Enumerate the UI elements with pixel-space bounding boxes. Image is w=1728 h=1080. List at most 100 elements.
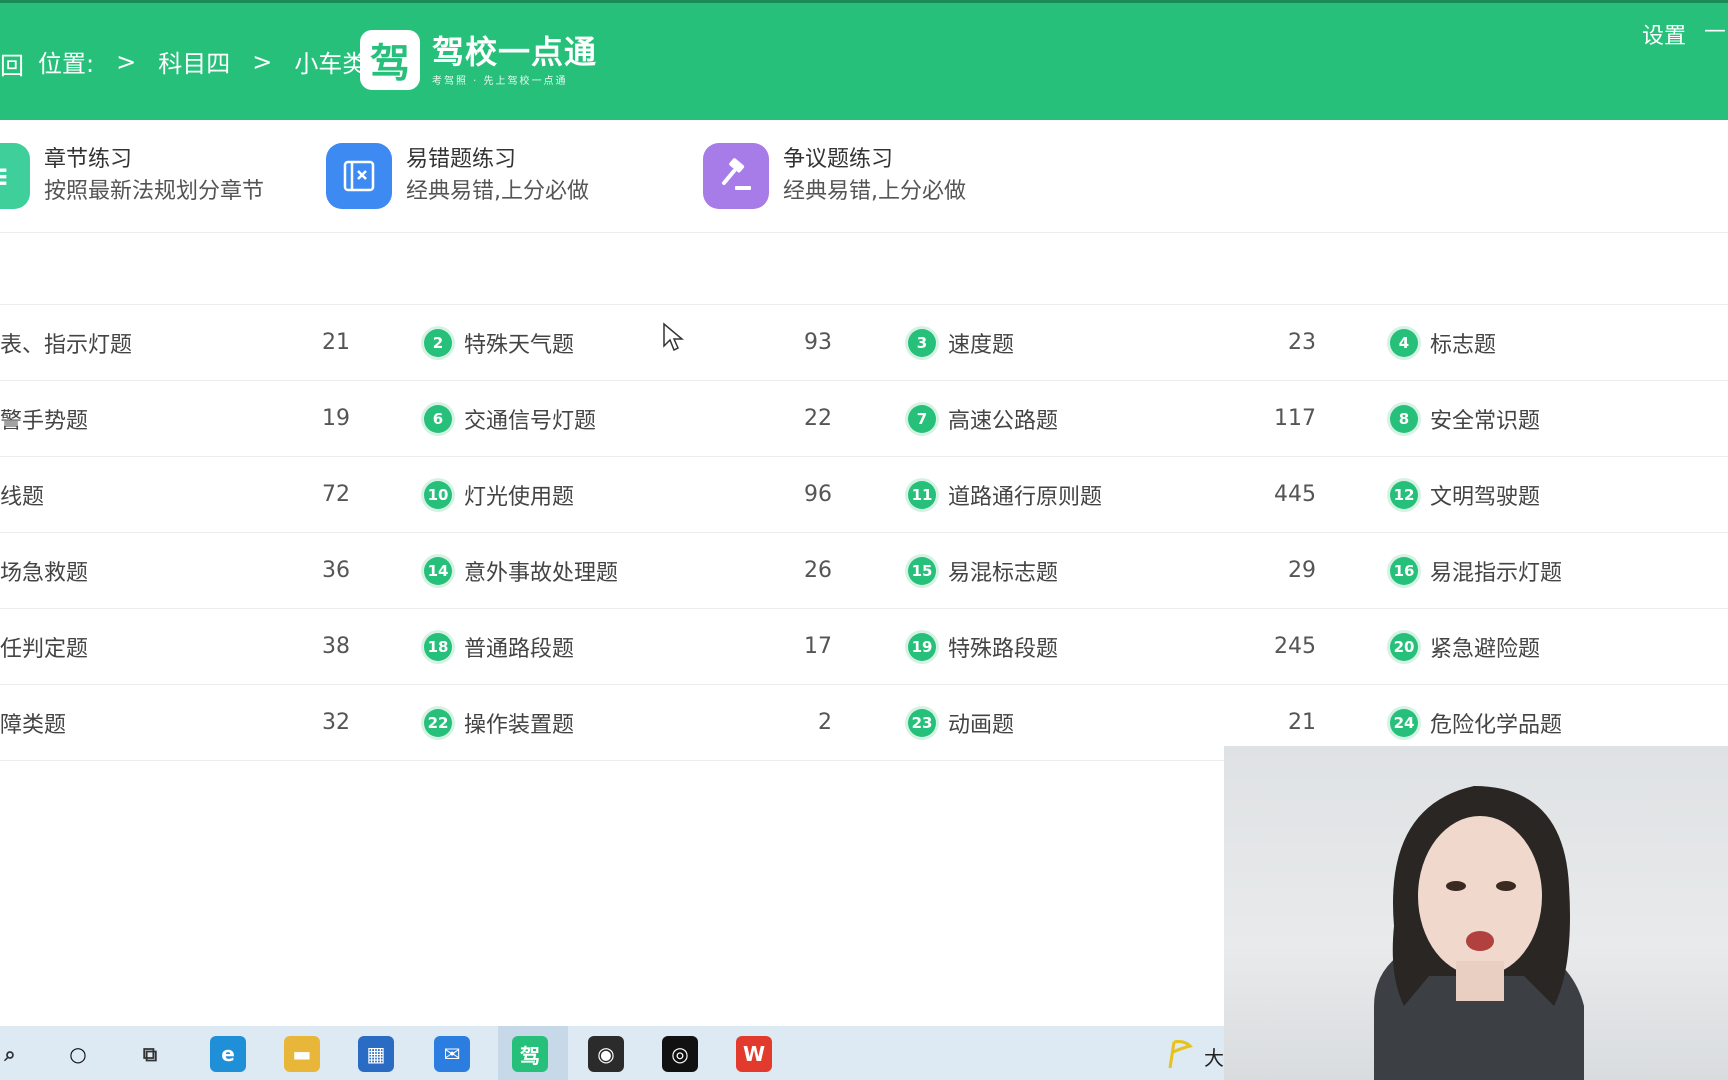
category-item[interactable]: 标线题 (0, 457, 44, 532)
ime-indicator[interactable]: 大 (1204, 1042, 1224, 1071)
category-item[interactable]: 现场急救题 (0, 533, 88, 608)
category-item[interactable]: 6 交通信号灯题 (424, 381, 596, 456)
category-item[interactable]: 4 标志题 (1390, 305, 1496, 380)
category-item[interactable]: 12 文明驾驶题 (1390, 457, 1540, 532)
obs-icon[interactable]: ◉ (588, 1036, 624, 1072)
category-count: 17 (804, 634, 832, 659)
category-item[interactable]: 14 意外事故处理题 (424, 533, 618, 608)
search-icon[interactable]: ⌕ (0, 1036, 28, 1072)
category-count: 23 (1288, 330, 1316, 355)
category-item[interactable]: 交警手势题 (0, 381, 88, 456)
store-icon[interactable]: ▦ (358, 1036, 394, 1072)
error-prone-practice-card[interactable]: 易错题练习 经典易错,上分必做 (326, 142, 589, 210)
category-number-badge: 6 (424, 404, 452, 433)
back-button[interactable]: 回 (0, 46, 24, 81)
wps-icon[interactable]: W (736, 1036, 772, 1072)
category-number-badge: 20 (1390, 632, 1418, 661)
category-item[interactable]: 19 特殊路段题 (908, 609, 1058, 684)
category-number-badge: 8 (1390, 404, 1418, 433)
category-item[interactable]: 23 动画题 (908, 685, 1014, 760)
category-name: 紧急避险题 (1430, 636, 1541, 662)
logo-title: 驾校一点通 (432, 32, 598, 71)
presenter-webcam (1224, 746, 1728, 1080)
category-number-badge: 22 (424, 708, 452, 737)
mode-title: 章节练习 (44, 147, 133, 172)
settings-button[interactable]: 设置 (1642, 18, 1686, 50)
category-item[interactable]: 20 紧急避险题 (1390, 609, 1540, 684)
app-logo: 驾 驾校一点通 考驾照 · 先上驾校一点通 (360, 30, 597, 90)
category-number-badge: 15 (908, 556, 936, 585)
category-item[interactable]: 3 速度题 (908, 305, 1014, 380)
category-row: 标线题 72 10 灯光使用题 96 11 道路通行原则题 445 12 文明驾驶题 (0, 457, 1728, 533)
mode-desc: 按照最新法规划分章节 (44, 179, 265, 204)
category-name: 普通路段题 (464, 636, 575, 662)
category-count: 96 (804, 482, 832, 507)
category-item[interactable]: 故障类题 (0, 685, 66, 760)
category-number-badge: 19 (908, 632, 936, 661)
edge-browser-icon[interactable]: e (210, 1036, 246, 1072)
category-name: 速度题 (948, 332, 1015, 358)
category-item[interactable]: 7 高速公路题 (908, 381, 1058, 456)
category-count: 245 (1274, 634, 1316, 659)
category-count: 38 (322, 634, 350, 659)
category-item[interactable]: 15 易混标志题 (908, 533, 1058, 608)
file-explorer-icon[interactable]: ▬ (284, 1036, 320, 1072)
breadcrumb-separator: > (116, 47, 137, 76)
category-item[interactable]: 18 普通路段题 (424, 609, 574, 684)
category-name: 特殊天气题 (464, 332, 575, 358)
breadcrumb-vehicle[interactable]: 小车类 (294, 44, 366, 79)
category-name: 安全常识题 (1430, 408, 1541, 434)
mouse-cursor-icon (663, 322, 684, 352)
category-item[interactable]: 仪表、指示灯题 (0, 305, 132, 380)
category-count: 32 (322, 710, 350, 735)
category-row: 责任判定题 38 18 普通路段题 17 19 特殊路段题 245 20 紧急避险题 (0, 609, 1728, 685)
mode-title: 争议题练习 (783, 147, 894, 172)
category-count: 29 (1288, 558, 1316, 583)
breadcrumb-prefix: 位置: (38, 50, 95, 78)
category-name: 操作装置题 (464, 712, 575, 738)
category-item[interactable]: 8 安全常识题 (1390, 381, 1540, 456)
category-number-badge: 14 (424, 556, 452, 585)
category-name: 责任判定题 (0, 636, 89, 662)
flag-tray-icon[interactable] (1162, 1038, 1194, 1070)
category-name: 道路通行原则题 (948, 484, 1103, 510)
category-number-badge: 24 (1390, 708, 1418, 737)
jiaxiao-app-icon[interactable]: 驾 (512, 1036, 548, 1072)
category-name: 灯光使用题 (464, 484, 575, 510)
category-name: 标志题 (1430, 332, 1497, 358)
category-count: 19 (322, 406, 350, 431)
category-number-badge: 18 (424, 632, 452, 661)
category-name: 仪表、指示灯题 (0, 332, 133, 358)
category-number-badge: 4 (1390, 328, 1418, 357)
chapter-practice-card[interactable]: ≡ 章节练习 按照最新法规划分章节 (0, 142, 264, 210)
category-row: 仪表、指示灯题 21 2 特殊天气题 93 3 速度题 23 4 标志题 (0, 305, 1728, 381)
category-count: 26 (804, 558, 832, 583)
disputed-practice-card[interactable]: 争议题练习 经典易错,上分必做 (703, 142, 966, 210)
category-name: 危险化学品题 (1430, 712, 1563, 738)
breadcrumb-subject[interactable]: 科目四 (158, 44, 230, 79)
breadcrumb: 位置: > 科目四 > 小车类 (38, 44, 366, 79)
camera-app-icon[interactable]: ◎ (662, 1036, 698, 1072)
category-item[interactable]: 16 易混指示灯题 (1390, 533, 1562, 608)
mode-desc: 经典易错,上分必做 (783, 179, 966, 204)
category-count: 21 (1288, 710, 1316, 735)
category-item[interactable]: 22 操作装置题 (424, 685, 574, 760)
category-grid: 仪表、指示灯题212特殊天气题933速度题234标志题交警手势题196交通信号灯… (0, 305, 1728, 761)
category-count: 93 (804, 330, 832, 355)
category-count: 117 (1274, 406, 1316, 431)
category-number-badge: 7 (908, 404, 936, 433)
taskbar: ⌕ ○ ⧉ e ▬ ▦ ✉ 驾 ◉ ◎ W (0, 1026, 1224, 1080)
category-item[interactable]: 2 特殊天气题 (424, 305, 574, 380)
wrong-note-icon (326, 143, 392, 209)
category-item[interactable]: 11 道路通行原则题 (908, 457, 1102, 532)
minimize-button[interactable]: — (1704, 18, 1726, 43)
list-icon: ≡ (0, 143, 30, 209)
mail-icon[interactable]: ✉ (434, 1036, 470, 1072)
category-item[interactable]: 责任判定题 (0, 609, 88, 684)
category-count: 2 (818, 710, 832, 735)
category-count: 72 (322, 482, 350, 507)
category-item[interactable]: 10 灯光使用题 (424, 457, 574, 532)
cortana-icon[interactable]: ○ (60, 1036, 96, 1072)
category-name: 故障类题 (0, 712, 67, 738)
task-view-icon[interactable]: ⧉ (132, 1036, 168, 1072)
